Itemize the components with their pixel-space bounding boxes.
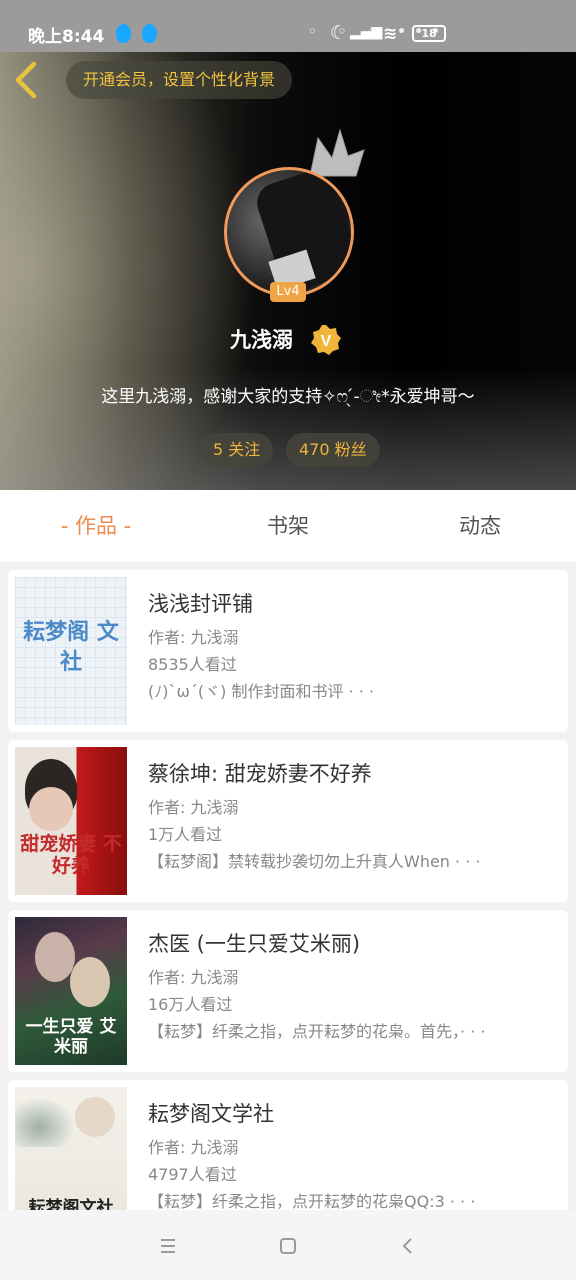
status-bar: 晚上8:44 ◦ ◦ ◦ ••• ☾ ▂▄▆ ≋ 18 xyxy=(0,0,576,52)
profile-tabs: - 作品 - 书架 动态 xyxy=(0,490,576,562)
work-description: 【耘梦阁】禁转载抄袭切勿上升真人When · · · xyxy=(148,852,481,871)
work-author: 作者: 九浅溺 xyxy=(148,968,239,987)
profile-header: 晚上8:44 ◦ ◦ ◦ ••• ☾ ▂▄▆ ≋ 18 开通会员，设置个性化背景… xyxy=(0,0,576,490)
work-title: 耘梦阁文学社 xyxy=(148,1102,274,1126)
chevron-left-icon xyxy=(402,1238,412,1254)
menu-button[interactable] xyxy=(152,1230,184,1262)
book-cover: 一生只爱 艾米丽 xyxy=(15,917,127,1065)
svg-text:V: V xyxy=(321,333,332,350)
tab-works[interactable]: - 作品 - xyxy=(0,490,192,562)
cover-title: 甜宠娇妻 不好养 xyxy=(20,833,122,877)
system-nav-bar xyxy=(0,1210,576,1280)
work-views: 16万人看过 xyxy=(148,995,233,1014)
moon-icon: ☾ xyxy=(330,22,348,44)
menu-icon xyxy=(161,1239,175,1253)
work-card[interactable]: 一生只爱 艾米丽 杰医 (一生只爱艾米丽) 作者: 九浅溺 16万人看过 【耘梦… xyxy=(8,910,568,1072)
vip-background-button[interactable]: 开通会员，设置个性化背景 xyxy=(66,61,292,99)
avatar[interactable] xyxy=(224,167,354,297)
work-description: 【耘梦】纤柔之指，点开耘梦的花枭。首先，· · · xyxy=(148,1022,486,1041)
wifi-icon: ≋ xyxy=(383,24,398,44)
work-card[interactable]: 耘梦阁 文社 浅浅封评铺 作者: 九浅溺 8535人看过 (ﾉ)`ω´(ヾ) 制… xyxy=(8,570,568,732)
tab-activity[interactable]: 动态 xyxy=(384,490,576,562)
work-card[interactable]: 甜宠娇妻 不好养 蔡徐坤: 甜宠娇妻不好养 作者: 九浅溺 1万人看过 【耘梦阁… xyxy=(8,740,568,902)
battery-icon: 18 xyxy=(412,25,446,42)
user-bio: 这里九浅溺，感谢大家的支持✧ෆ ̖́-ೀ*永爱坤哥～ xyxy=(101,387,475,407)
tab-bookshelf[interactable]: 书架 xyxy=(192,490,384,562)
verified-badge-icon: V xyxy=(311,325,341,355)
work-views: 1万人看过 xyxy=(148,825,223,844)
work-author: 作者: 九浅溺 xyxy=(148,628,239,647)
back-button[interactable] xyxy=(12,60,48,102)
work-views: 4797人看过 xyxy=(148,1165,237,1184)
square-icon xyxy=(280,1238,296,1254)
status-time: 晚上8:44 xyxy=(28,27,105,47)
qq-notification-icon xyxy=(142,24,157,43)
book-cover: 耘梦阁 文社 xyxy=(15,577,127,725)
username: 九浅溺 xyxy=(230,328,293,352)
work-title: 浅浅封评铺 xyxy=(148,592,253,616)
qq-notification-icon xyxy=(116,24,131,43)
work-description: (ﾉ)`ω´(ヾ) 制作封面和书评 · · · xyxy=(148,682,374,701)
work-description: 【耘梦】纤柔之指，点开耘梦的花枭QQ:3 · · · xyxy=(148,1192,476,1211)
home-button[interactable] xyxy=(272,1230,304,1262)
work-author: 作者: 九浅溺 xyxy=(148,798,239,817)
signal-icon: ▂▄▆ xyxy=(350,24,383,40)
followers-count-button[interactable]: 470 粉丝 xyxy=(286,433,380,467)
cover-title: 耘梦阁 文社 xyxy=(23,619,119,675)
level-badge: Lv4 xyxy=(270,282,306,302)
work-title: 蔡徐坤: 甜宠娇妻不好养 xyxy=(148,762,372,786)
following-count-button[interactable]: 5 关注 xyxy=(200,433,274,467)
back-nav-button[interactable] xyxy=(392,1230,424,1262)
work-views: 8535人看过 xyxy=(148,655,237,674)
avatar-image xyxy=(224,167,354,297)
work-title: 杰医 (一生只爱艾米丽) xyxy=(148,932,361,956)
work-author: 作者: 九浅溺 xyxy=(148,1138,239,1157)
book-cover: 甜宠娇妻 不好养 xyxy=(15,747,127,895)
chevron-left-icon xyxy=(15,61,37,99)
cover-title: 一生只爱 艾米丽 xyxy=(25,1017,117,1057)
